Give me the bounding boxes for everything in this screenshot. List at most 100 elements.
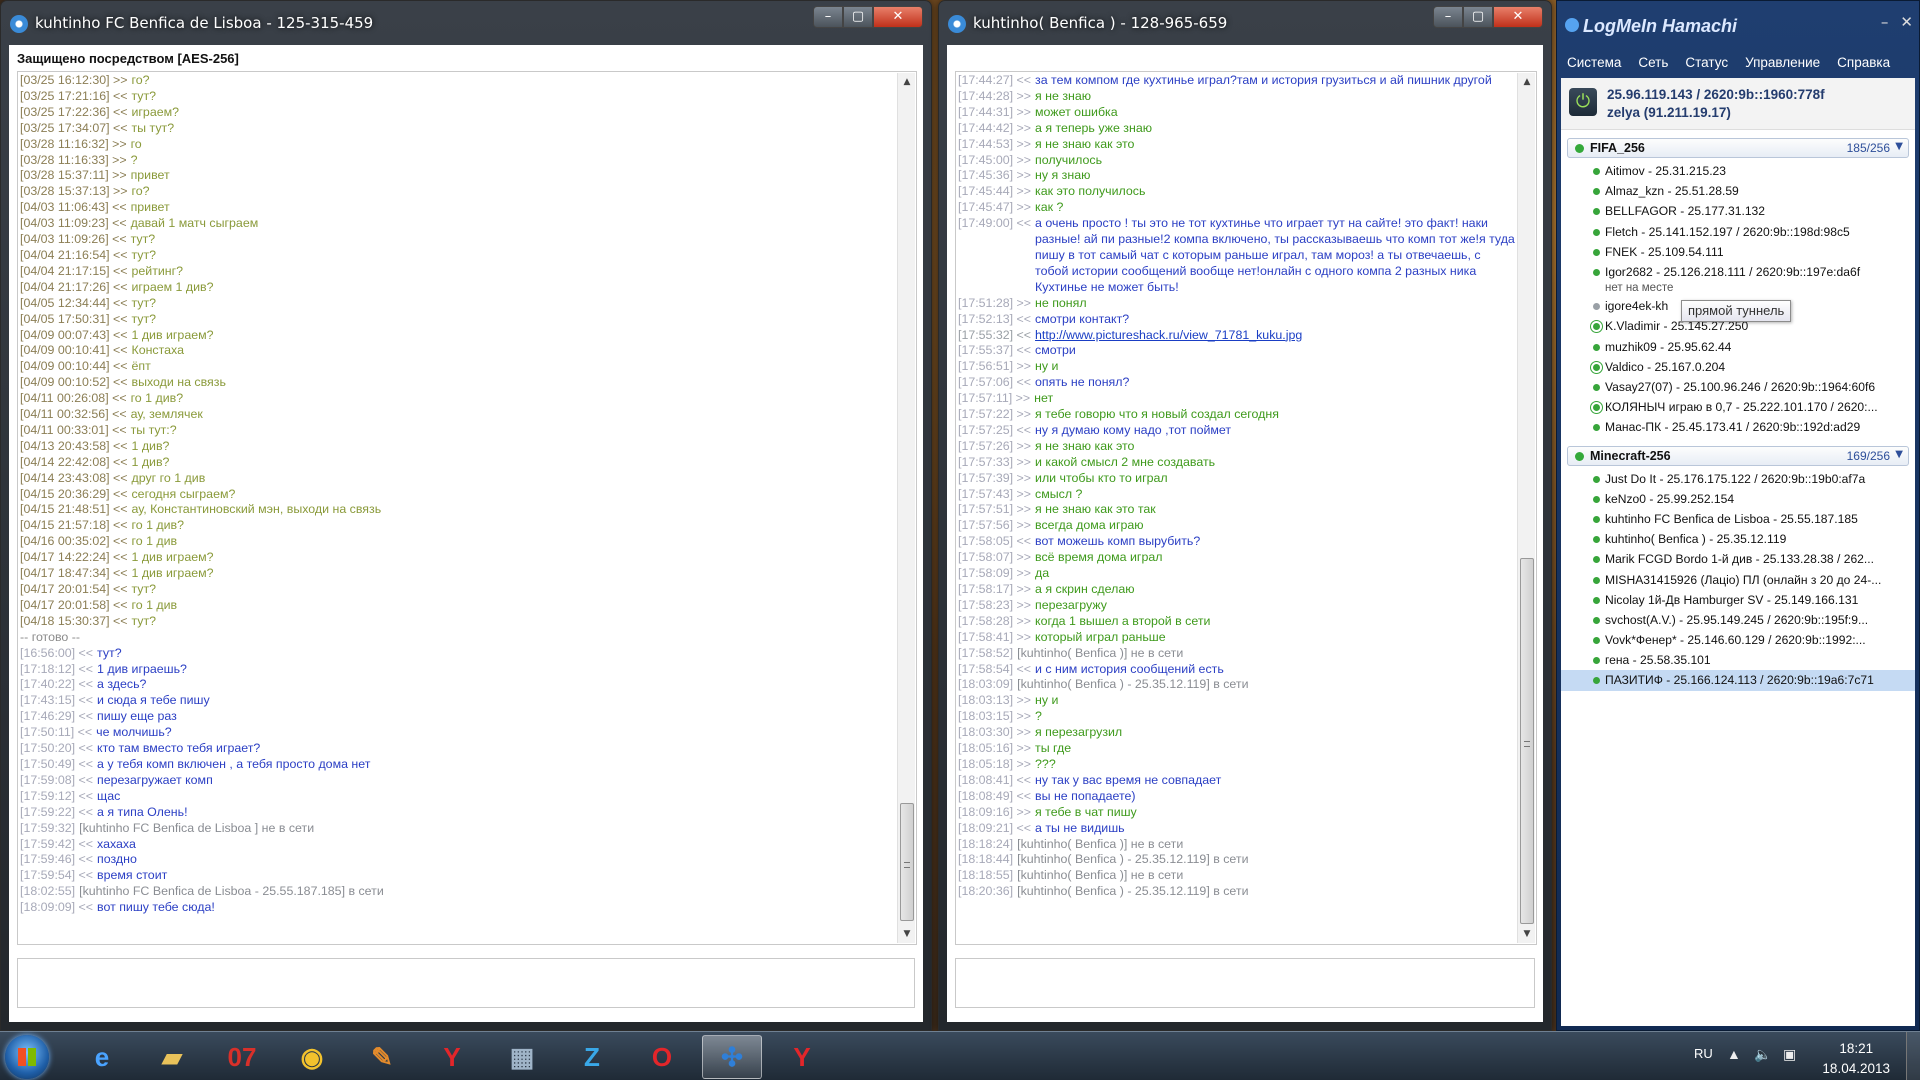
peer-item[interactable]: Valdico - 25.167.0.204 — [1561, 357, 1915, 377]
message-timestamp: [17:57:51] >> — [958, 502, 1032, 517]
network-icon[interactable]: ▣ — [1783, 1046, 1796, 1063]
paint-taskbar-button[interactable]: ✎ — [352, 1035, 412, 1079]
scroll-up-arrow-icon[interactable]: ▲ — [898, 73, 916, 91]
scroll-thumb[interactable] — [900, 803, 914, 921]
minimize-icon[interactable]: – — [1881, 13, 1889, 31]
message-text: 1 див? — [131, 454, 170, 469]
hamachi-window[interactable]: LogMeIn Hamachi – ✕ Система Сеть Статус Упр… — [1556, 0, 1920, 1031]
message-input[interactable] — [955, 958, 1535, 1008]
z-app-taskbar-button[interactable]: Z — [562, 1035, 622, 1079]
peer-item[interactable]: MISHA31415926 (Лацio) ПЛ (онлайн з 20 до… — [1561, 570, 1915, 590]
peer-item[interactable]: Just Do It - 25.176.175.122 / 2620:9b::1… — [1561, 469, 1915, 489]
hamachi-logo-icon — [1565, 18, 1579, 32]
peer-item[interactable]: Marik FCGD Bordo 1-й див - 25.133.28.38 … — [1561, 549, 1915, 569]
peer-status-icon — [1593, 515, 1600, 523]
minimize-button[interactable]: – — [813, 6, 843, 28]
volume-icon[interactable]: 🔈 — [1754, 1046, 1771, 1063]
peer-name: ПАЗИТИФ - 25.166.124.113 / 2620:9b::19a6… — [1605, 673, 1874, 688]
scroll-thumb[interactable] — [1520, 558, 1534, 924]
maximize-button[interactable]: ▢ — [843, 6, 873, 28]
message-timestamp: [17:57:33] >> — [958, 454, 1032, 469]
message-link[interactable]: http://www.pictureshack.ru/view_71781_ku… — [1035, 328, 1302, 344]
chat-window-2[interactable]: kuhtinho( Benfica ) - 128-965-659 – ▢ ✕ … — [938, 0, 1552, 1031]
message-timestamp: [04/18 15:30:37] << — [20, 613, 128, 628]
peer-item[interactable]: keNzo0 - 25.99.252.154 — [1561, 489, 1915, 509]
clock[interactable]: 18:21 18.04.2013 — [1822, 1039, 1890, 1079]
hamachi-menu-bar: Система Сеть Статус Управление Справка — [1567, 55, 1907, 70]
chevron-down-icon[interactable]: ▼ — [1895, 449, 1903, 460]
message-timestamp: [17:45:44] >> — [958, 184, 1032, 199]
menu-item[interactable]: Справка — [1837, 55, 1890, 70]
network-group-header[interactable]: FIFA_256 185/256 ▼ — [1567, 138, 1909, 158]
message-text: пишу еще раз — [97, 709, 177, 724]
network-group-header[interactable]: Minecraft-256 169/256 ▼ — [1567, 445, 1909, 466]
peer-item[interactable]: ПАЗИТИФ - 25.166.124.113 / 2620:9b::19a6… — [1561, 670, 1915, 691]
hamachi-taskbar-taskbar-button[interactable]: ✣ — [702, 1035, 762, 1079]
message-input[interactable] — [17, 958, 915, 1008]
opera-taskbar-button[interactable]: O — [632, 1035, 692, 1079]
explorer-folder-taskbar-button[interactable]: ▰ — [142, 1035, 202, 1079]
yandex-taskbar-button[interactable]: Y — [422, 1035, 482, 1079]
message-timestamp: [17:59:12] << — [20, 788, 94, 803]
peer-item[interactable]: svchost(A.V.) - 25.95.149.245 / 2620:9b:… — [1561, 610, 1915, 630]
app-07-taskbar-button[interactable]: 07 — [212, 1035, 272, 1079]
peer-item[interactable]: BELLFAGOR - 25.177.31.132 — [1561, 201, 1915, 221]
close-button[interactable]: ✕ — [1493, 6, 1543, 28]
peer-item[interactable]: гена - 25.58.35.101 — [1561, 650, 1915, 670]
chat-message: [17:57:11] >> нет — [958, 391, 1516, 407]
tray-expand-icon[interactable]: ▲ — [1727, 1046, 1741, 1062]
show-desktop-button[interactable] — [1906, 1032, 1920, 1080]
peer-item[interactable]: Манас-ПК - 25.45.173.41 / 2620:9b::192d:… — [1561, 417, 1915, 437]
peer-name: MISHA31415926 (Лацio) ПЛ (онлайн з 20 до… — [1605, 572, 1882, 587]
message-text: го 1 див? — [130, 391, 184, 406]
title-bar[interactable]: kuhtinho( Benfica ) - 128-965-659 – ▢ ✕ — [939, 1, 1551, 45]
yandex-browser-taskbar-button[interactable]: Y — [772, 1035, 832, 1079]
scroll-down-arrow-icon[interactable]: ▼ — [1518, 925, 1536, 943]
language-indicator[interactable]: RU — [1694, 1046, 1713, 1061]
peer-item[interactable]: muzhik09 - 25.95.62.44 — [1561, 337, 1915, 357]
peer-item[interactable]: Vasay27(07) - 25.100.96.246 / 2620:9b::1… — [1561, 377, 1915, 397]
ie-taskbar-button[interactable]: e — [72, 1035, 132, 1079]
chat-scrollbar[interactable]: ▲ ▼ — [1517, 73, 1535, 943]
peer-item[interactable]: Nicolay 1й-Дв Hamburger SV - 25.149.166.… — [1561, 590, 1915, 610]
menu-item[interactable]: Система — [1567, 55, 1621, 70]
chat-message: [04/15 20:36:29] << сегодня сыграем? — [20, 487, 896, 503]
peer-item[interactable]: Vovk*Фенер* - 25.146.60.129 / 2620:9b::1… — [1561, 630, 1915, 650]
maximize-button[interactable]: ▢ — [1463, 6, 1493, 28]
peer-item[interactable]: Almaz_kzn - 25.51.28.59 — [1561, 181, 1915, 201]
scroll-down-arrow-icon[interactable]: ▼ — [898, 925, 916, 943]
chat-scrollbar[interactable]: ▲ ▼ — [897, 73, 915, 943]
close-button[interactable]: ✕ — [873, 6, 923, 28]
minimize-button[interactable]: – — [1433, 6, 1463, 28]
peer-item[interactable]: FNEK - 25.109.54.111 — [1561, 242, 1915, 262]
start-button[interactable] — [5, 1035, 49, 1079]
menu-item[interactable]: Управление — [1745, 55, 1820, 70]
peer-item[interactable]: kuhtinho FC Benfica de Lisboa - 25.55.18… — [1561, 509, 1915, 529]
scroll-up-arrow-icon[interactable]: ▲ — [1518, 73, 1536, 91]
chrome-taskbar-button[interactable]: ◉ — [282, 1035, 342, 1079]
menu-item[interactable]: Статус — [1685, 55, 1728, 70]
message-timestamp: [04/05 12:34:44] << — [20, 295, 128, 310]
message-timestamp: [17:49:00] << — [958, 216, 1032, 231]
peer-item[interactable]: Fletch - 25.141.152.197 / 2620:9b::198d:… — [1561, 222, 1915, 242]
peer-item[interactable]: Igor2682 - 25.126.218.111 / 2620:9b::197… — [1561, 262, 1915, 282]
chat-log[interactable]: [17:44:27] << за тем компом где кухтинье… — [955, 71, 1537, 945]
peer-status-icon — [1593, 475, 1600, 483]
menu-item[interactable]: Сеть — [1638, 55, 1668, 70]
chat-message: [04/14 23:43:08] << друг го 1 див — [20, 471, 896, 487]
close-icon[interactable]: ✕ — [1900, 13, 1913, 31]
peer-item[interactable]: kuhtinho( Benfica ) - 25.35.12.119 — [1561, 529, 1915, 549]
peer-item[interactable]: КОЛЯНЫЧ играю в 0,7 - 25.222.101.170 / 2… — [1561, 397, 1915, 417]
message-text: 1 див играем? — [131, 327, 214, 342]
network-app-taskbar-button[interactable]: ▦ — [492, 1035, 552, 1079]
message-text: [kuhtinho( Benfica )] не в сети — [1017, 836, 1184, 851]
message-timestamp: [18:18:24] — [958, 836, 1014, 851]
thumb-grip-icon — [904, 862, 910, 868]
chat-log[interactable]: [03/25 16:12:30] >> го? [03/25 17:21:16] <… — [17, 71, 917, 945]
chat-window-1[interactable]: kuhtinho FC Benfica de Lisboa - 125-315-… — [0, 0, 932, 1031]
title-bar[interactable]: kuhtinho FC Benfica de Lisboa - 125-315-… — [1, 1, 931, 45]
chevron-down-icon[interactable]: ▼ — [1895, 141, 1903, 152]
message-text: я не знаю как это — [1035, 136, 1135, 151]
peer-item[interactable]: Aitimov - 25.31.215.23 — [1561, 161, 1915, 181]
power-button-icon[interactable]: ⏻ — [1569, 88, 1597, 116]
